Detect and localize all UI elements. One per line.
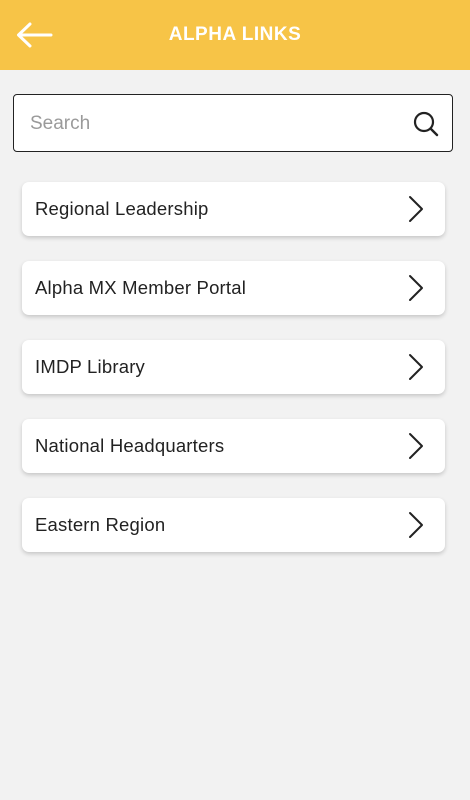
links-list: Regional Leadership Alpha MX Member Port… bbox=[22, 182, 445, 577]
list-item-label: IMDP Library bbox=[35, 356, 146, 377]
list-item-national-headquarters[interactable]: National Headquarters bbox=[22, 419, 445, 473]
search-icon[interactable] bbox=[412, 110, 440, 138]
list-item-eastern-region[interactable]: Eastern Region bbox=[22, 498, 445, 552]
search-input[interactable] bbox=[28, 95, 402, 153]
search-box bbox=[13, 94, 453, 153]
chevron-right-icon bbox=[409, 275, 423, 301]
chevron-right-icon bbox=[409, 512, 423, 538]
chevron-right-icon bbox=[409, 196, 423, 222]
list-item-label: Alpha MX Member Portal bbox=[35, 277, 247, 298]
list-item-regional-leadership[interactable]: Regional Leadership bbox=[22, 182, 445, 236]
list-item-alpha-mx-member-portal[interactable]: Alpha MX Member Portal bbox=[22, 261, 445, 315]
list-item-label: Eastern Region bbox=[35, 514, 166, 535]
app-header: ALPHA LINKS bbox=[0, 0, 470, 70]
chevron-right-icon bbox=[409, 433, 423, 459]
page-title: ALPHA LINKS bbox=[168, 24, 302, 45]
list-item-label: Regional Leadership bbox=[35, 198, 209, 219]
chevron-right-icon bbox=[409, 354, 423, 380]
list-item-imdp-library[interactable]: IMDP Library bbox=[22, 340, 445, 394]
list-item-label: National Headquarters bbox=[35, 435, 225, 456]
